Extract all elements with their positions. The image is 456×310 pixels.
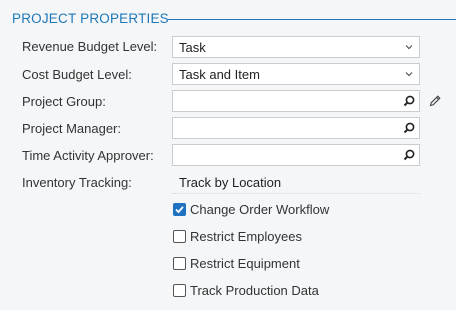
checkbox-checked[interactable] — [173, 203, 186, 216]
search-icon[interactable] — [402, 94, 416, 108]
checkbox-unchecked[interactable] — [173, 284, 186, 297]
inventory-tracking-label: Inventory Tracking: — [22, 175, 132, 190]
checkbox-unchecked[interactable] — [173, 257, 186, 270]
project-group-label: Project Group: — [22, 94, 106, 109]
search-icon[interactable] — [402, 148, 416, 162]
project-manager-label: Project Manager: — [22, 121, 121, 136]
search-icon[interactable] — [402, 121, 416, 135]
time-activity-approver-input[interactable] — [172, 144, 420, 166]
inventory-tracking-value: Track by Location — [179, 175, 282, 190]
cost-budget-level-value: Task and Item — [179, 67, 260, 82]
restrict-equipment-label: Restrict Equipment — [190, 256, 300, 271]
revenue-budget-level-value: Task — [179, 40, 206, 55]
revenue-budget-level-label: Revenue Budget Level: — [22, 39, 158, 54]
revenue-budget-level-select[interactable]: Task — [172, 36, 420, 58]
time-activity-approver-label: Time Activity Approver: — [22, 148, 154, 163]
chevron-down-icon[interactable] — [402, 40, 416, 54]
section-header: PROJECT PROPERTIES — [12, 10, 456, 28]
restrict-employees-label: Restrict Employees — [190, 229, 302, 244]
separator — [172, 193, 420, 194]
track-production-data-label: Track Production Data — [190, 283, 319, 298]
cost-budget-level-label: Cost Budget Level: — [22, 67, 132, 82]
checkbox-unchecked[interactable] — [173, 230, 186, 243]
section-title: PROJECT PROPERTIES — [12, 11, 169, 26]
change-order-workflow-label: Change Order Workflow — [190, 202, 330, 217]
section-divider — [168, 19, 456, 20]
project-group-input[interactable] — [172, 90, 420, 112]
chevron-down-icon[interactable] — [402, 67, 416, 81]
project-manager-input[interactable] — [172, 117, 420, 139]
pencil-icon[interactable] — [428, 94, 442, 108]
cost-budget-level-select[interactable]: Task and Item — [172, 63, 420, 85]
